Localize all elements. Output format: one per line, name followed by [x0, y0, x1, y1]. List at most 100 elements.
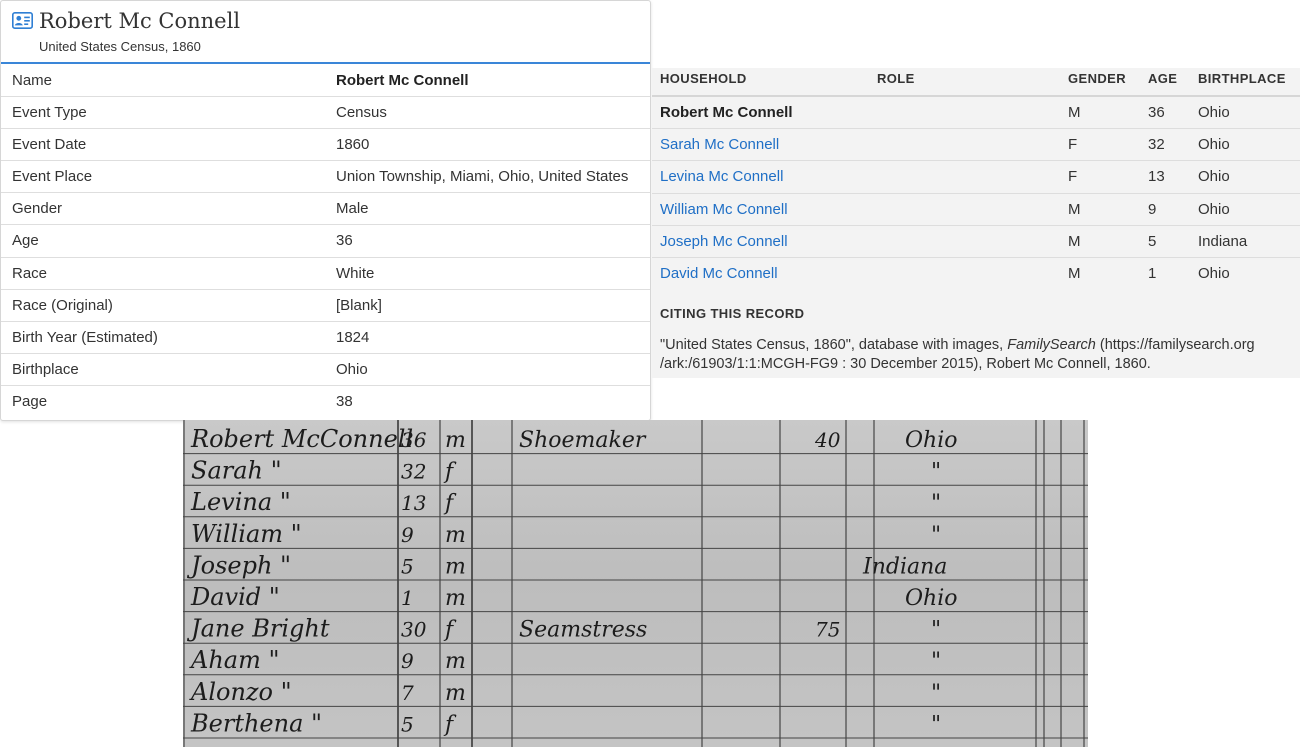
col-role: ROLE [877, 71, 915, 86]
col-gender: GENDER [1068, 71, 1127, 86]
member-name-link[interactable]: David Mc Connell [660, 265, 778, 282]
member-name-link[interactable]: Joseph Mc Connell [660, 233, 788, 250]
scan-name: Sarah " [191, 457, 282, 485]
member-birthplace: Ohio [1198, 168, 1230, 186]
fact-value: 1860 [336, 136, 370, 154]
scan-birthplace: Indiana [862, 554, 947, 579]
fact-row: Event Type Census [1, 97, 650, 130]
fact-label: Birthplace [12, 360, 79, 378]
scan-name: David " [190, 583, 280, 611]
member-name: Robert Mc Connell [660, 104, 793, 121]
fact-label: Event Date [12, 136, 87, 154]
fact-row: Page 38 [1, 386, 650, 418]
scan-birthplace: " [931, 649, 941, 674]
fact-label: Birth Year (Estimated) [12, 328, 158, 346]
citation-part: "United States Census, 1860", database w… [660, 337, 1008, 353]
scan-age: 9 [401, 523, 414, 547]
fact-label: Gender [12, 200, 63, 218]
citation-part: (https://familysearch.org [1095, 337, 1255, 353]
household-row: Joseph Mc Connell M 5 Indiana [652, 226, 1300, 258]
scan-birthplace: " [931, 618, 941, 643]
person-card-icon [12, 12, 33, 29]
member-age: 13 [1148, 168, 1165, 186]
fact-row: Birthplace Ohio [1, 354, 650, 386]
census-image: Robert McConnell 36 m Shoemaker 40 Ohio Sarah … [183, 420, 1088, 747]
scan-age: 36 [401, 428, 427, 452]
scan-occupation: Shoemaker [519, 428, 647, 453]
scan-sex: m [445, 649, 466, 674]
record-card: Robert Mc Connell United States Census, … [0, 0, 651, 421]
scan-sex: m [445, 681, 466, 706]
fact-label: Age [12, 232, 39, 250]
member-birthplace: Ohio [1198, 264, 1230, 282]
citation-part: /ark:/61903/1:1:MCGH-FG9 : 30 December 2… [660, 356, 1151, 372]
scan-name: Alonzo " [189, 678, 292, 706]
fact-row: Race (Original) [Blank] [1, 290, 650, 322]
scan-value: 75 [815, 618, 840, 642]
col-birthplace: BIRTHPLACE [1198, 71, 1286, 86]
scan-birthplace: Ohio [905, 586, 958, 611]
scan-sex: m [445, 586, 466, 611]
household-header-row: HOUSEHOLD ROLE GENDER AGE BIRTHPLACE [652, 68, 1300, 97]
scan-age: 1 [401, 586, 414, 610]
fact-value: [Blank] [336, 296, 382, 314]
member-gender: M [1068, 264, 1081, 282]
member-age: 1 [1148, 264, 1157, 282]
fact-row: Name Robert Mc Connell [1, 65, 650, 98]
fact-value: Male [336, 200, 369, 218]
member-name-link[interactable]: Sarah Mc Connell [660, 136, 779, 153]
census-ledger: Robert McConnell36 m Shoemaker 40 Ohio Sarah … [183, 420, 1088, 747]
member-birthplace: Ohio [1198, 104, 1230, 121]
scan-age: 5 [401, 712, 414, 736]
scan-name: Jane Bright [186, 615, 330, 643]
fact-row: Birth Year (Estimated) 1824 [1, 322, 650, 354]
scan-birthplace: " [931, 523, 941, 548]
member-age: 36 [1148, 104, 1165, 121]
scan-age: 30 [401, 618, 427, 642]
scan-birthplace: " [931, 491, 941, 516]
scan-name: Joseph " [186, 551, 291, 579]
record-title: Robert Mc Connell [39, 9, 241, 33]
scan-name: Levina " [190, 488, 291, 516]
member-name-link[interactable]: Levina Mc Connell [660, 168, 783, 185]
scan-name: Robert McConnell [190, 425, 413, 453]
facts-table: Name Robert Mc Connell Event Type Census E… [1, 65, 650, 418]
record-collection: United States Census, 1860 [39, 39, 201, 54]
member-gender: M [1068, 104, 1081, 121]
scan-occupation: Seamstress [519, 618, 647, 643]
fact-label: Name [12, 72, 53, 89]
member-gender: F [1068, 168, 1078, 186]
member-gender: M [1068, 200, 1081, 218]
fact-label: Race (Original) [12, 296, 113, 314]
fact-value: 36 [336, 232, 353, 250]
fact-value: Robert Mc Connell [336, 72, 469, 89]
col-age: AGE [1148, 71, 1178, 86]
citation-heading: CITING THIS RECORD [660, 306, 805, 321]
fact-value: White [336, 264, 375, 282]
citation-text: "United States Census, 1860", database w… [660, 336, 1255, 374]
citation-source: FamilySearch [1007, 337, 1096, 353]
fact-row: Event Place Union Township, Miami, Ohio, … [1, 161, 650, 194]
member-name-link[interactable]: William Mc Connell [660, 201, 788, 218]
member-age: 32 [1148, 136, 1165, 154]
household-row: Robert Mc Connell M 36 Ohio [652, 97, 1300, 130]
scan-value: 40 [814, 428, 841, 452]
member-gender: M [1068, 232, 1081, 250]
fact-row: Event Date 1860 [1, 129, 650, 162]
scan-birthplace: Ohio [905, 428, 958, 453]
scan-name: Berthena " [190, 709, 322, 737]
member-gender: F [1068, 136, 1078, 154]
scan-sex: f [443, 491, 457, 516]
fact-label: Event Type [12, 104, 87, 122]
scan-age: 13 [401, 491, 426, 515]
member-age: 9 [1148, 200, 1157, 218]
fact-label: Page [12, 392, 48, 410]
fact-row: Race White [1, 258, 650, 290]
scan-sex: m [445, 523, 466, 548]
col-household: HOUSEHOLD [660, 71, 747, 86]
scan-name: Aham " [189, 646, 280, 674]
fact-label: Race [12, 264, 48, 282]
fact-value: Census [336, 104, 387, 122]
fact-row: Age 36 [1, 225, 650, 258]
scan-sex: f [443, 712, 457, 737]
